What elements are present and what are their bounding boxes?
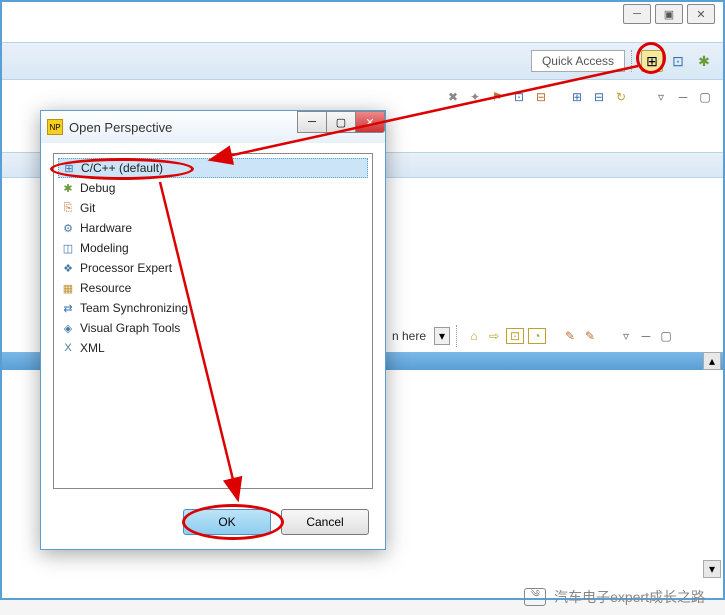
perspective-label: Hardware (80, 221, 132, 235)
close-button[interactable]: ✕ (687, 4, 715, 24)
perspective-list[interactable]: ⊞ C/C++ (default) ✱ Debug ⎘ Git ⚙ Hardware ◫ Mode… (53, 153, 373, 489)
minimize-button[interactable]: ─ (623, 4, 651, 24)
perspective-icon: ⚙ (60, 220, 76, 236)
perspective-icon: ❖ (60, 260, 76, 276)
list-item[interactable]: X XML (58, 338, 368, 358)
perspective-label: Git (80, 201, 95, 215)
new-icon[interactable]: ✎ (562, 328, 578, 344)
dialog-minimize-button[interactable]: ─ (297, 111, 327, 133)
watermark-text: 汽车电子expert成长之路 (554, 587, 705, 607)
home-icon[interactable]: ⌂ (466, 328, 482, 344)
perspective-label: Team Synchronizing (80, 301, 188, 315)
top-toolbar: Quick Access ⊞ ⊡ ✱ (2, 42, 723, 80)
open-perspective-dialog: NP Open Perspective ─ ▢ ✕ ⊞ C/C++ (defaul… (40, 110, 386, 550)
maximize-button[interactable]: ▣ (655, 4, 683, 24)
maximize-view-icon[interactable]: ▢ (697, 89, 713, 105)
perspective-label: Modeling (80, 241, 129, 255)
perspective-label: Processor Expert (80, 261, 172, 275)
perspective-label: Debug (80, 181, 115, 195)
list-item[interactable]: ◫ Modeling (58, 238, 368, 258)
watermark: ༄ 汽车电子expert成长之路 (524, 587, 705, 607)
list-item[interactable]: ❖ Processor Expert (58, 258, 368, 278)
max2-icon[interactable]: ▢ (658, 328, 674, 344)
dialog-maximize-button[interactable]: ▢ (326, 111, 356, 133)
dialog-titlebar[interactable]: NP Open Perspective ─ ▢ ✕ (41, 111, 385, 143)
cancel-button[interactable]: Cancel (281, 509, 369, 535)
list-item[interactable]: ⊞ C/C++ (default) (58, 158, 368, 178)
list-item[interactable]: ▦ Resource (58, 278, 368, 298)
refresh-icon[interactable]: ↻ (613, 89, 629, 105)
ok-button[interactable]: OK (183, 509, 271, 535)
wand-icon[interactable]: ✦ (467, 89, 483, 105)
quick-access-input[interactable]: Quick Access (531, 50, 625, 72)
dialog-window-controls: ─ ▢ ✕ (298, 111, 385, 133)
dialog-title: Open Perspective (69, 120, 172, 135)
nav-icon[interactable]: ⇨ (486, 328, 502, 344)
perspective-icon: ⇄ (60, 300, 76, 316)
second-toolbar: ✖ ✦ ⚑ ⊡ ⊟ ⊞ ⊟ ↻ ▿ ─ ▢ (2, 84, 723, 110)
dialog-buttons: OK Cancel (183, 509, 369, 535)
perspective-icon: ▦ (60, 280, 76, 296)
perspective-debug-icon[interactable]: ✱ (693, 50, 715, 72)
toolbar-separator (631, 50, 635, 72)
perspective-icon: ◫ (60, 240, 76, 256)
delete-icon[interactable]: ✖ (445, 89, 461, 105)
perspective-label: C/C++ (default) (81, 161, 163, 175)
window-controls: ─ ▣ ✕ (619, 4, 715, 24)
perspective-icon: ◈ (60, 320, 76, 336)
link-icon[interactable]: ⊡ (511, 89, 527, 105)
perspective-icon: ⎘ (60, 200, 76, 216)
list-item[interactable]: ⚙ Hardware (58, 218, 368, 238)
perspective-cpp-icon[interactable]: ⊡ (667, 50, 689, 72)
hint-text: n here (392, 329, 426, 343)
list-item[interactable]: ✱ Debug (58, 178, 368, 198)
menu2-icon[interactable]: ▿ (618, 328, 634, 344)
perspective-label: XML (80, 341, 105, 355)
perspective-icon: X (60, 340, 76, 356)
collapse2-icon[interactable]: ⊟ (591, 89, 607, 105)
perspective-label: Visual Graph Tools (80, 321, 180, 335)
perspective-icon: ⊞ (61, 160, 77, 176)
dialog-app-icon: NP (47, 119, 63, 135)
sep (456, 325, 460, 347)
list-item[interactable]: ⇄ Team Synchronizing (58, 298, 368, 318)
list-item[interactable]: ◈ Visual Graph Tools (58, 318, 368, 338)
perspective-label: Resource (80, 281, 131, 295)
box2-icon[interactable]: ◔ (528, 328, 546, 344)
filter-icon[interactable]: ⚑ (489, 89, 505, 105)
open-perspective-icon[interactable]: ⊞ (641, 50, 663, 72)
pin-icon[interactable]: ✎ (582, 328, 598, 344)
lower-toolbar: n here ▾ ⌂ ⇨ ⊡ ◔ ✎ ✎ ▿ ─ ▢ (392, 322, 715, 350)
perspective-icon: ✱ (60, 180, 76, 196)
menu-icon[interactable]: ▿ (653, 89, 669, 105)
list-item[interactable]: ⎘ Git (58, 198, 368, 218)
dialog-close-button[interactable]: ✕ (355, 111, 385, 133)
collapse-icon[interactable]: ⊟ (533, 89, 549, 105)
box1-icon[interactable]: ⊡ (506, 328, 524, 344)
wechat-icon: ༄ (524, 588, 546, 606)
minimize-view-icon[interactable]: ─ (675, 89, 691, 105)
scroll-down-icon[interactable]: ▾ (703, 560, 721, 578)
expand-icon[interactable]: ⊞ (569, 89, 585, 105)
scroll-up-icon[interactable]: ▴ (703, 352, 721, 370)
dropdown-arrow-icon[interactable]: ▾ (434, 327, 450, 345)
min2-icon[interactable]: ─ (638, 328, 654, 344)
